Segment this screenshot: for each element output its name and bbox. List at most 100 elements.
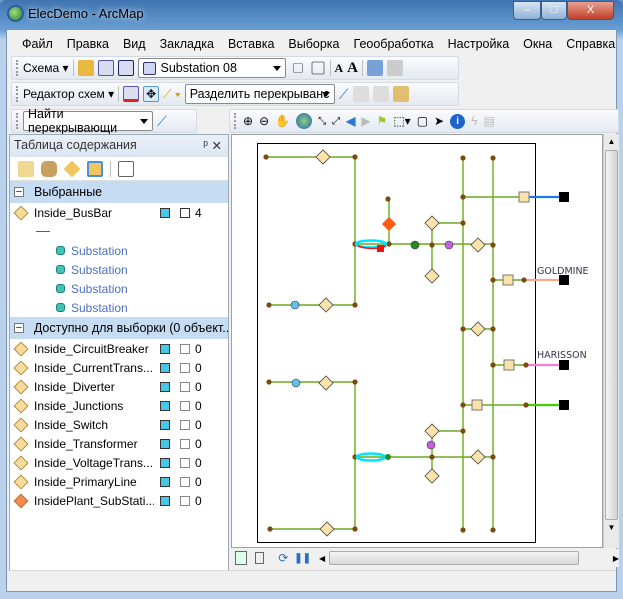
selection-checkbox[interactable] bbox=[180, 381, 190, 392]
horizontal-scroll-thumb[interactable] bbox=[329, 551, 579, 565]
junction-node[interactable] bbox=[460, 326, 466, 332]
menu-item[interactable]: Правка bbox=[60, 32, 116, 54]
schema-menu-button[interactable]: Схема ▾ bbox=[23, 61, 69, 75]
selectable-checkbox[interactable] bbox=[160, 400, 170, 411]
breaker-symbol[interactable] bbox=[426, 440, 436, 450]
close-panel-icon[interactable]: ✕ bbox=[212, 138, 222, 153]
menu-item[interactable]: Окна bbox=[516, 32, 559, 54]
breaker-symbol[interactable] bbox=[290, 300, 300, 310]
junction-node[interactable] bbox=[429, 242, 435, 248]
junction-node[interactable] bbox=[490, 527, 496, 533]
layer-name[interactable]: Inside_Switch bbox=[34, 418, 154, 432]
minimize-button[interactable]: – bbox=[513, 1, 541, 20]
toc-group-header[interactable]: – Выбранные bbox=[10, 181, 228, 203]
selection-checkbox[interactable] bbox=[180, 457, 190, 468]
junction-node[interactable] bbox=[490, 326, 496, 332]
scroll-left-icon[interactable]: ◀ bbox=[319, 554, 325, 563]
scroll-down-icon[interactable]: ▼ bbox=[604, 520, 619, 536]
toc-layer-row[interactable]: Inside_CurrentTrans... 0 bbox=[10, 358, 228, 377]
new-diagram-icon[interactable] bbox=[97, 60, 114, 76]
breaker-symbol[interactable] bbox=[410, 240, 420, 250]
shrink-icon[interactable] bbox=[292, 63, 303, 73]
layer-name[interactable]: Inside_CurrentTrans... bbox=[34, 361, 154, 375]
junction-node[interactable] bbox=[490, 242, 496, 248]
list-by-visibility-icon[interactable] bbox=[63, 160, 81, 177]
layer-name[interactable]: Inside_PrimaryLine bbox=[34, 475, 154, 489]
junction-node[interactable] bbox=[490, 277, 496, 283]
select-elements-arrow-icon[interactable]: ➤ bbox=[434, 114, 444, 128]
menu-item[interactable]: Настройка bbox=[441, 32, 517, 54]
enlarge-icon[interactable] bbox=[311, 61, 324, 75]
toc-layer-row[interactable]: Inside_VoltageTrans... 0 bbox=[10, 453, 228, 472]
maximize-button[interactable]: □ bbox=[541, 1, 567, 20]
close-button[interactable]: X bbox=[567, 1, 614, 20]
toc-group-header[interactable]: – Доступно для выборки (0 объект... bbox=[10, 317, 228, 339]
pin-icon[interactable]: ᵖ bbox=[203, 138, 208, 152]
collapse-icon[interactable]: – bbox=[14, 323, 24, 333]
map-view[interactable]: GOLDMINE HARISSON bbox=[231, 134, 603, 548]
junction-node[interactable] bbox=[266, 302, 272, 308]
menu-item[interactable]: Вид bbox=[116, 32, 153, 54]
layer-name[interactable]: Inside_Diverter bbox=[34, 380, 154, 394]
layer-name[interactable]: Inside_Junctions bbox=[34, 399, 154, 413]
junction-node[interactable] bbox=[460, 194, 466, 200]
move-nodes-icon[interactable]: ✥ bbox=[143, 86, 160, 102]
layer-name[interactable]: Inside_Transformer bbox=[34, 437, 154, 451]
zoom-in-icon[interactable]: ⊕ bbox=[243, 114, 253, 128]
junction-node[interactable] bbox=[460, 402, 466, 408]
selectable-checkbox[interactable] bbox=[160, 495, 170, 506]
decrease-font-icon[interactable]: A bbox=[335, 61, 344, 76]
find-tool-icon[interactable]: ⟋ bbox=[157, 113, 167, 130]
selectable-checkbox[interactable] bbox=[160, 362, 170, 373]
junction-node[interactable] bbox=[385, 196, 391, 202]
junction-node[interactable] bbox=[521, 277, 527, 283]
clear-selection-icon[interactable]: ▢ bbox=[417, 114, 428, 128]
apply-layout-icon[interactable]: ⟋ bbox=[339, 86, 349, 103]
scroll-up-icon[interactable]: ▲ bbox=[604, 134, 619, 150]
toolbar-grip[interactable] bbox=[16, 113, 19, 129]
schematic-diagram[interactable]: GOLDMINE HARISSON bbox=[232, 135, 604, 549]
substation-end-symbol[interactable] bbox=[559, 360, 569, 370]
toolbar-grip[interactable] bbox=[16, 60, 19, 76]
pause-drawing-icon[interactable]: ❚❚ bbox=[294, 553, 311, 564]
selection-checkbox[interactable] bbox=[180, 207, 190, 218]
toc-layer-row[interactable]: Inside_CircuitBreaker 0 bbox=[10, 339, 228, 358]
toc-layer-row[interactable]: Inside_Junctions 0 bbox=[10, 396, 228, 415]
toc-layer-row[interactable]: Inside_BusBar 4 bbox=[10, 203, 228, 222]
layout-view-icon[interactable] bbox=[255, 552, 265, 564]
junction-node[interactable] bbox=[523, 362, 529, 368]
selection-checkbox[interactable] bbox=[180, 476, 190, 487]
selected-node-marker[interactable] bbox=[377, 245, 384, 252]
junction-node[interactable] bbox=[266, 379, 272, 385]
update-diagram-icon[interactable] bbox=[367, 60, 384, 76]
diagram-frame[interactable] bbox=[257, 143, 536, 543]
transformer-symbol[interactable] bbox=[518, 191, 530, 203]
selectable-checkbox[interactable] bbox=[160, 207, 170, 218]
transformer-symbol[interactable] bbox=[471, 399, 483, 411]
menu-item[interactable]: Выборка bbox=[281, 32, 346, 54]
junction-node[interactable] bbox=[352, 526, 358, 532]
refresh-icon[interactable]: ⟳ bbox=[278, 551, 288, 565]
junction-node[interactable] bbox=[267, 526, 273, 532]
increase-font-icon[interactable]: A bbox=[347, 60, 358, 77]
toc-layer-row[interactable]: InsidePlant_SubStati... 0 bbox=[10, 491, 228, 510]
fixed-zoom-in-icon[interactable]: ⤡ bbox=[318, 116, 326, 127]
junction-node[interactable] bbox=[429, 454, 435, 460]
menu-item[interactable]: Геообработка bbox=[347, 32, 441, 54]
collapse-icon[interactable]: – bbox=[14, 187, 24, 197]
menu-item[interactable]: Справка bbox=[559, 32, 622, 54]
vertical-scrollbar[interactable]: ▲ ▼ bbox=[603, 134, 619, 548]
substation-end-symbol[interactable] bbox=[559, 192, 569, 202]
menu-item[interactable]: Файл bbox=[15, 32, 60, 54]
layer-name[interactable]: InsidePlant_SubStati... bbox=[34, 494, 154, 508]
toc-layer-row[interactable]: Inside_Switch 0 bbox=[10, 415, 228, 434]
toolbar-grip[interactable] bbox=[16, 86, 19, 102]
find-overlap-select[interactable]: Найти перекрывающи bbox=[23, 107, 153, 135]
selection-checkbox[interactable] bbox=[180, 362, 190, 373]
transformer-symbol[interactable] bbox=[503, 359, 515, 371]
forward-arrow-icon[interactable]: ▶ bbox=[361, 114, 370, 128]
junction-node[interactable] bbox=[352, 154, 358, 160]
toc-layer-row[interactable]: Inside_Transformer 0 bbox=[10, 434, 228, 453]
toc-layer-row[interactable]: Inside_Diverter 0 bbox=[10, 377, 228, 396]
list-by-selection-icon[interactable] bbox=[87, 160, 103, 177]
